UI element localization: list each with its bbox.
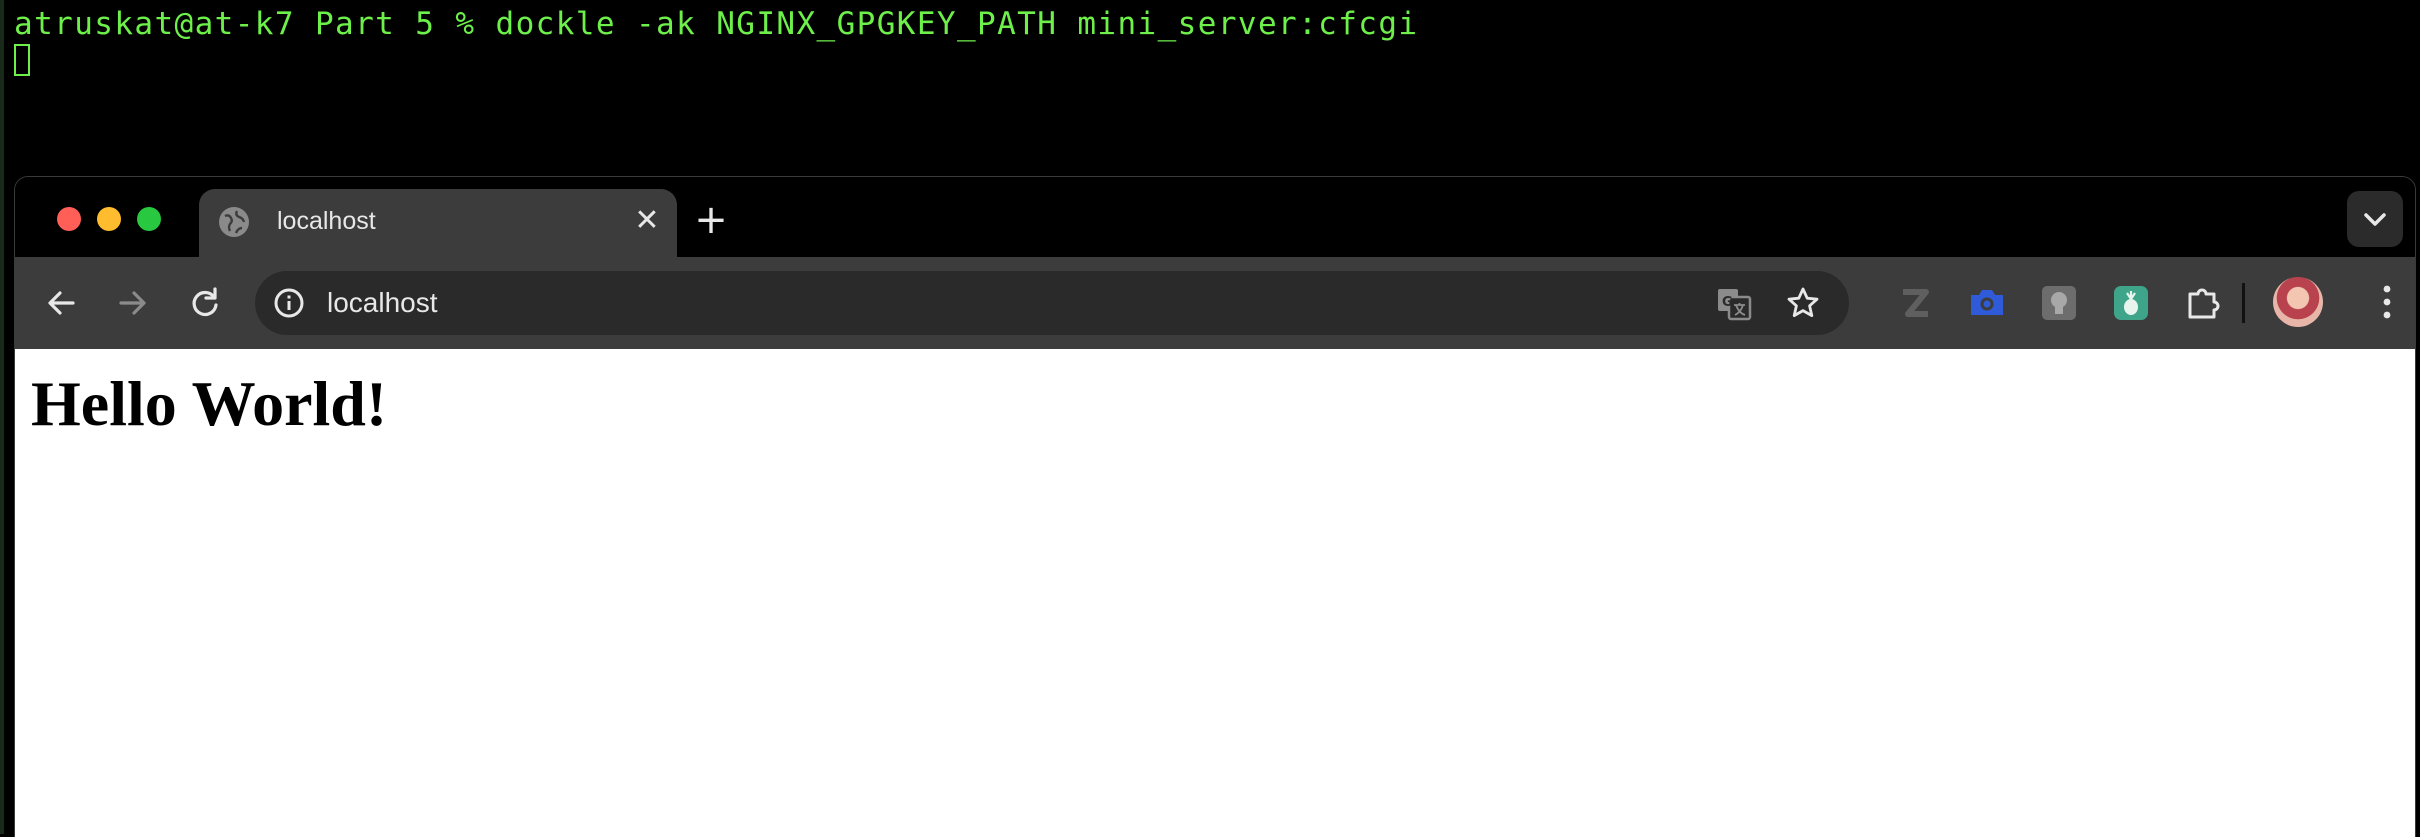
tab-title: localhost xyxy=(277,207,376,235)
tab-strip: localhost ✕ + xyxy=(15,177,2415,257)
new-tab-button[interactable]: + xyxy=(691,200,731,241)
terminal-cursor[interactable] xyxy=(14,44,30,76)
translate-icon[interactable]: G xyxy=(1715,285,1753,323)
lightbulb-extension-icon[interactable] xyxy=(2037,281,2081,325)
forward-button[interactable] xyxy=(109,279,157,327)
browser-toolbar: localhost G xyxy=(15,257,2415,349)
maximize-window-button[interactable] xyxy=(137,207,161,231)
more-menu-icon[interactable] xyxy=(2367,277,2407,327)
puzzle-extensions-icon[interactable] xyxy=(2181,281,2225,325)
z-extension-icon[interactable] xyxy=(1893,281,1937,325)
address-bar[interactable]: localhost G xyxy=(255,271,1849,335)
terminal-window: atruskat@at-k7 Part 5 % dockle -ak NGINX… xyxy=(0,0,2420,180)
reload-button[interactable] xyxy=(181,279,229,327)
close-window-button[interactable] xyxy=(57,207,81,231)
terminal-command-line: atruskat@at-k7 Part 5 % dockle -ak NGINX… xyxy=(14,6,1419,42)
minimize-window-button[interactable] xyxy=(97,207,121,231)
page-heading: Hello World! xyxy=(31,368,388,439)
svg-text:G: G xyxy=(1722,295,1733,310)
tab-localhost[interactable]: localhost ✕ xyxy=(199,189,677,257)
bookmark-star-icon[interactable] xyxy=(1783,283,1823,323)
globe-icon xyxy=(219,207,249,237)
info-icon[interactable] xyxy=(269,283,309,323)
arrow-left-icon xyxy=(48,291,75,315)
browser-window: localhost ✕ + localhost G Hello World! xyxy=(14,176,2416,837)
window-edge xyxy=(0,0,4,834)
profile-avatar[interactable] xyxy=(2273,277,2323,327)
toolbar-divider xyxy=(2242,283,2245,323)
arrow-right-icon xyxy=(119,291,146,315)
chevron-down-icon xyxy=(2364,213,2386,226)
camera-extension-icon[interactable] xyxy=(1965,281,2009,325)
tab-search-button[interactable] xyxy=(2347,191,2403,247)
pineapple-extension-icon[interactable] xyxy=(2109,281,2153,325)
close-tab-icon[interactable]: ✕ xyxy=(629,203,665,239)
back-button[interactable] xyxy=(37,279,85,327)
reload-icon xyxy=(192,287,218,317)
url-text[interactable]: localhost xyxy=(327,287,438,319)
page-content: Hello World! xyxy=(15,349,2415,837)
